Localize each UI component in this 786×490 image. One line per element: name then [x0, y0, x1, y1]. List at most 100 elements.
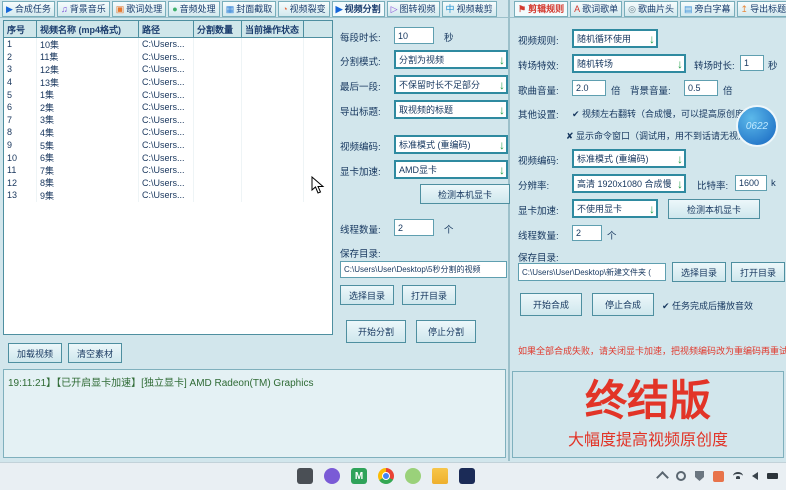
col-header-status[interactable]: 当前操作状态: [242, 21, 304, 37]
tab-video-split[interactable]: ▶视频分割: [332, 1, 385, 17]
open-dir-button[interactable]: 打开目录: [402, 285, 456, 305]
battery-icon[interactable]: [767, 473, 778, 479]
table-row[interactable]: 6 2集 C:\Users...: [4, 101, 332, 114]
cell-status: [242, 51, 304, 64]
dropdown-arrow-icon[interactable]: ↓: [677, 178, 684, 190]
dropdown-arrow-icon[interactable]: ↓: [499, 79, 506, 91]
transition-time-input[interactable]: 1: [740, 55, 764, 71]
video-encode-select[interactable]: 标准模式 (重编码)↓: [394, 135, 508, 154]
table-row[interactable]: 8 4集 C:\Users...: [4, 126, 332, 139]
video-app-icon[interactable]: [459, 468, 475, 484]
merge-encode-select[interactable]: 标准模式 (重编码)↓: [572, 149, 686, 168]
video-list-table[interactable]: 序号 视频名称 (mp4格式) 路径 分割数量 当前操作状态 1 10集 C:\…: [3, 20, 333, 335]
tab-lyrics-playlist[interactable]: A歌词歌单: [570, 1, 622, 17]
col-header-name[interactable]: 视频名称 (mp4格式): [37, 21, 139, 37]
tray-app-icon[interactable]: [713, 471, 724, 482]
merge-detect-gpu-button[interactable]: 检测本机显卡: [668, 199, 760, 219]
file-explorer-icon[interactable]: [297, 468, 313, 484]
table-row[interactable]: 1 10集 C:\Users...: [4, 38, 332, 51]
tray-shield-icon[interactable]: [695, 471, 704, 481]
detect-gpu-button[interactable]: 检测本机显卡: [420, 184, 510, 204]
bitrate-input[interactable]: 1600: [735, 175, 767, 191]
load-videos-button[interactable]: 加载视频: [8, 343, 62, 363]
dropdown-arrow-icon[interactable]: ↓: [649, 203, 656, 215]
export-title-select[interactable]: 取视频的标题↓: [394, 100, 508, 119]
table-row[interactable]: 10 6集 C:\Users...: [4, 151, 332, 164]
merge-save-dir-input[interactable]: C:\Users\User\Desktop\新建文件夹 (: [518, 263, 666, 281]
stop-split-button[interactable]: 停止分割: [416, 320, 476, 343]
last-segment-select[interactable]: 不保留时长不足部分↓: [394, 75, 508, 94]
table-row[interactable]: 11 7集 C:\Users...: [4, 164, 332, 177]
tab-video-crop[interactable]: 中视频裁剪: [442, 1, 497, 17]
resolution-select[interactable]: 高清 1920x1080 合成慢↓: [572, 174, 686, 193]
save-dir-input[interactable]: C:\Users\User\Desktop\5秒分割的视频: [340, 261, 507, 278]
table-row[interactable]: 9 5集 C:\Users...: [4, 139, 332, 152]
tab-lyrics-processing[interactable]: ▣歌词处理: [112, 1, 167, 17]
dropdown-arrow-icon[interactable]: ↓: [499, 164, 506, 176]
start-button-icon[interactable]: [270, 468, 286, 484]
cell-blank: [304, 126, 332, 139]
tab-video-fission[interactable]: ◔视频裂变: [278, 1, 329, 17]
bg-volume-input[interactable]: 0.5: [684, 80, 718, 96]
chrome-icon[interactable]: [378, 468, 394, 484]
user-app-icon[interactable]: [324, 468, 340, 484]
dropdown-arrow-icon[interactable]: ↓: [649, 33, 656, 45]
show-cmd-checkbox[interactable]: ✘ 显示命令窗口（调试用，用不到话请无视）: [566, 129, 747, 142]
dropdown-arrow-icon[interactable]: ↓: [677, 58, 684, 70]
song-volume-input[interactable]: 2.0: [572, 80, 606, 96]
threads-input[interactable]: 2: [394, 219, 434, 236]
start-split-button[interactable]: 开始分割: [346, 320, 406, 343]
table-row[interactable]: 13 9集 C:\Users...: [4, 189, 332, 202]
stop-merge-button[interactable]: 停止合成: [592, 293, 654, 316]
table-row[interactable]: 2 11集 C:\Users...: [4, 51, 332, 64]
table-row[interactable]: 4 13集 C:\Users...: [4, 76, 332, 89]
dropdown-arrow-icon[interactable]: ↓: [499, 139, 506, 151]
merge-threads-input[interactable]: 2: [572, 225, 602, 241]
flip-video-checkbox[interactable]: ✔ 视频左右翻转（合成慢，可以提高原创度）: [572, 107, 753, 120]
merge-open-dir-button[interactable]: 打开目录: [731, 262, 785, 282]
wifi-icon[interactable]: [733, 472, 743, 480]
cell-path: C:\Users...: [139, 151, 194, 164]
merge-gpu-select[interactable]: 不使用显卡↓: [572, 199, 658, 218]
cell-name: 9集: [37, 189, 139, 202]
tray-chevron-up-icon[interactable]: [656, 471, 669, 484]
start-merge-button[interactable]: 开始合成: [520, 293, 582, 316]
dropdown-arrow-icon[interactable]: ↓: [677, 153, 684, 165]
mail-app-icon[interactable]: M: [351, 468, 367, 484]
clear-materials-button[interactable]: 清空素材: [68, 343, 122, 363]
tab-song-intro[interactable]: ◎歌曲片头: [624, 1, 678, 17]
table-row[interactable]: 7 3集 C:\Users...: [4, 114, 332, 127]
cell-split-count: [194, 63, 242, 76]
transition-select[interactable]: 随机转场↓: [572, 54, 686, 73]
choose-dir-button[interactable]: 选择目录: [340, 285, 394, 305]
tab-edit-rules[interactable]: ⚑剪辑规则: [514, 1, 568, 17]
tab-cover-capture[interactable]: ▦封面截取: [222, 1, 277, 17]
col-header-path[interactable]: 路径: [139, 21, 194, 37]
tab-narration-subtitle[interactable]: ▤旁白字幕: [680, 1, 735, 17]
merge-choose-dir-button[interactable]: 选择目录: [672, 262, 726, 282]
split-mode-select[interactable]: 分割为视频↓: [394, 50, 508, 69]
green-app-icon[interactable]: [405, 468, 421, 484]
cell-split-count: [194, 151, 242, 164]
segment-duration-input[interactable]: 10: [394, 27, 434, 44]
tray-pin-icon[interactable]: [676, 471, 686, 481]
dropdown-arrow-icon[interactable]: ↓: [499, 54, 506, 66]
cell-status: [242, 101, 304, 114]
play-sound-checkbox[interactable]: ✔ 任务完成后播放音效: [662, 299, 753, 312]
col-header-split-count[interactable]: 分割数量: [194, 21, 242, 37]
col-header-index[interactable]: 序号: [4, 21, 37, 37]
tab-image-to-video[interactable]: ▷图转视频: [387, 1, 440, 17]
tab-audio-processing[interactable]: ●音频处理: [168, 1, 219, 17]
table-row[interactable]: 5 1集 C:\Users...: [4, 88, 332, 101]
tab-compose-task[interactable]: ▶合成任务: [2, 1, 55, 17]
folder-icon[interactable]: [432, 468, 448, 484]
video-rule-select[interactable]: 随机循环使用↓: [572, 29, 658, 48]
log-panel[interactable]: 19:11:21】【已开启显卡加速】[独立显卡] AMD Radeon(TM) …: [3, 369, 506, 458]
volume-icon[interactable]: [752, 472, 758, 480]
dropdown-arrow-icon[interactable]: ↓: [499, 104, 506, 116]
tab-background-music[interactable]: ♫背景音乐: [57, 1, 110, 17]
gpu-accel-select[interactable]: AMD显卡↓: [394, 160, 508, 179]
table-row[interactable]: 3 12集 C:\Users...: [4, 63, 332, 76]
tab-export-title[interactable]: ↥导出标题: [737, 1, 786, 17]
table-row[interactable]: 12 8集 C:\Users...: [4, 177, 332, 190]
